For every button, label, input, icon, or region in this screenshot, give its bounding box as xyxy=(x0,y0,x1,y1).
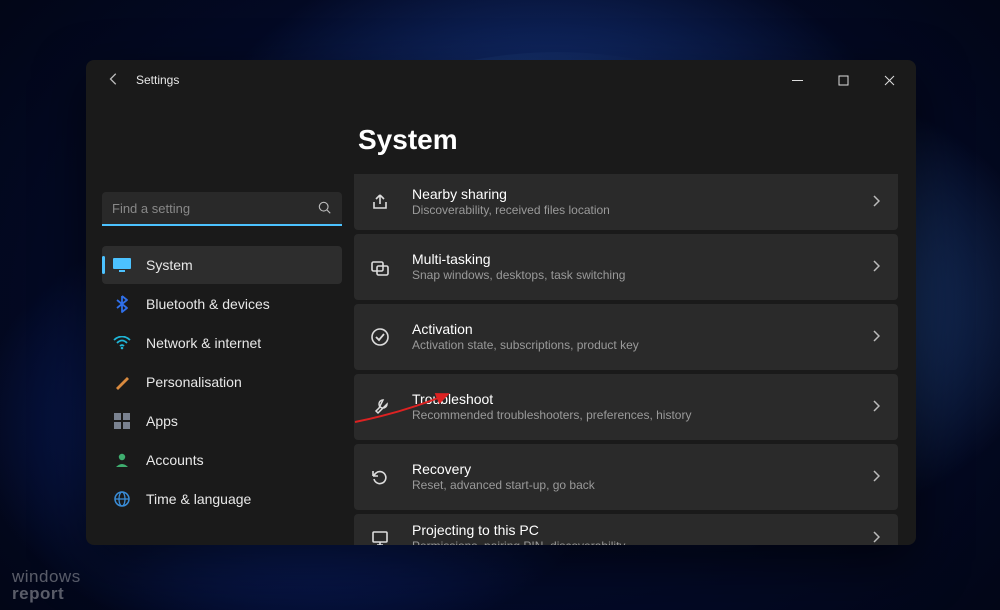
check-icon xyxy=(368,325,392,349)
watermark-logo: windows report xyxy=(12,568,81,602)
setting-row-troubleshoot[interactable]: Troubleshoot Recommended troubleshooters… xyxy=(354,374,898,440)
nav-list: System Bluetooth & devices Network & inter… xyxy=(102,246,342,545)
setting-title: Multi-tasking xyxy=(412,250,872,268)
setting-subtitle: Snap windows, desktops, task switching xyxy=(412,268,872,284)
settings-list: Nearby sharing Discoverability, received… xyxy=(354,174,898,545)
setting-subtitle: Recommended troubleshooters, preferences… xyxy=(412,408,872,424)
brush-icon xyxy=(112,372,132,392)
main-panel: System Nearby sharing Discoverability, r… xyxy=(354,100,916,545)
chevron-right-icon xyxy=(872,400,880,415)
settings-window: Settings System Bluetooth & devices Networ… xyxy=(86,60,916,545)
sidebar-item-accounts[interactable]: Accounts xyxy=(102,441,342,479)
setting-row-activation[interactable]: Activation Activation state, subscriptio… xyxy=(354,304,898,370)
titlebar: Settings xyxy=(86,60,916,100)
person-icon xyxy=(112,450,132,470)
chevron-right-icon xyxy=(872,531,880,546)
setting-subtitle: Discoverability, received files location xyxy=(412,203,872,219)
setting-row-nearby-sharing[interactable]: Nearby sharing Discoverability, received… xyxy=(354,174,898,230)
sidebar-item-label: Accounts xyxy=(146,452,204,468)
chevron-right-icon xyxy=(872,195,880,210)
multitask-icon xyxy=(368,255,392,279)
wifi-icon xyxy=(112,333,132,353)
sidebar-item-label: System xyxy=(146,257,193,273)
search-input[interactable] xyxy=(102,192,342,226)
sidebar-item-system[interactable]: System xyxy=(102,246,342,284)
minimize-button[interactable] xyxy=(774,60,820,100)
page-title: System xyxy=(354,100,898,174)
setting-title: Recovery xyxy=(412,460,872,478)
recovery-icon xyxy=(368,465,392,489)
setting-row-projecting-to-this-pc[interactable]: Projecting to this PC Permissions, pairi… xyxy=(354,514,898,545)
back-button[interactable] xyxy=(100,72,128,89)
chevron-right-icon xyxy=(872,330,880,345)
share-icon xyxy=(368,190,392,214)
wrench-icon xyxy=(368,395,392,419)
setting-title: Troubleshoot xyxy=(412,390,872,408)
sidebar-item-network-internet[interactable]: Network & internet xyxy=(102,324,342,362)
sidebar-item-time-language[interactable]: Time & language xyxy=(102,480,342,518)
setting-row-recovery[interactable]: Recovery Reset, advanced start-up, go ba… xyxy=(354,444,898,510)
sidebar-item-label: Time & language xyxy=(146,491,251,507)
setting-title: Nearby sharing xyxy=(412,185,872,203)
maximize-button[interactable] xyxy=(820,60,866,100)
sidebar-item-label: Personalisation xyxy=(146,374,242,390)
setting-subtitle: Permissions, pairing PIN, discoverabilit… xyxy=(412,539,872,545)
setting-row-multi-tasking[interactable]: Multi-tasking Snap windows, desktops, ta… xyxy=(354,234,898,300)
setting-subtitle: Activation state, subscriptions, product… xyxy=(412,338,872,354)
project-icon xyxy=(368,526,392,545)
setting-subtitle: Reset, advanced start-up, go back xyxy=(412,478,872,494)
setting-title: Projecting to this PC xyxy=(412,521,872,539)
sidebar-item-label: Bluetooth & devices xyxy=(146,296,270,312)
sidebar: System Bluetooth & devices Network & inter… xyxy=(86,100,354,545)
setting-title: Activation xyxy=(412,320,872,338)
sidebar-item-personalisation[interactable]: Personalisation xyxy=(102,363,342,401)
chevron-right-icon xyxy=(872,470,880,485)
bluetooth-icon xyxy=(112,294,132,314)
close-button[interactable] xyxy=(866,60,912,100)
sidebar-item-bluetooth-devices[interactable]: Bluetooth & devices xyxy=(102,285,342,323)
sidebar-item-label: Network & internet xyxy=(146,335,261,351)
search-icon xyxy=(318,201,332,218)
grid-icon xyxy=(112,411,132,431)
sidebar-item-apps[interactable]: Apps xyxy=(102,402,342,440)
globe-icon xyxy=(112,489,132,509)
display-icon xyxy=(112,255,132,275)
chevron-right-icon xyxy=(872,260,880,275)
window-title: Settings xyxy=(136,73,179,87)
sidebar-item-label: Apps xyxy=(146,413,178,429)
